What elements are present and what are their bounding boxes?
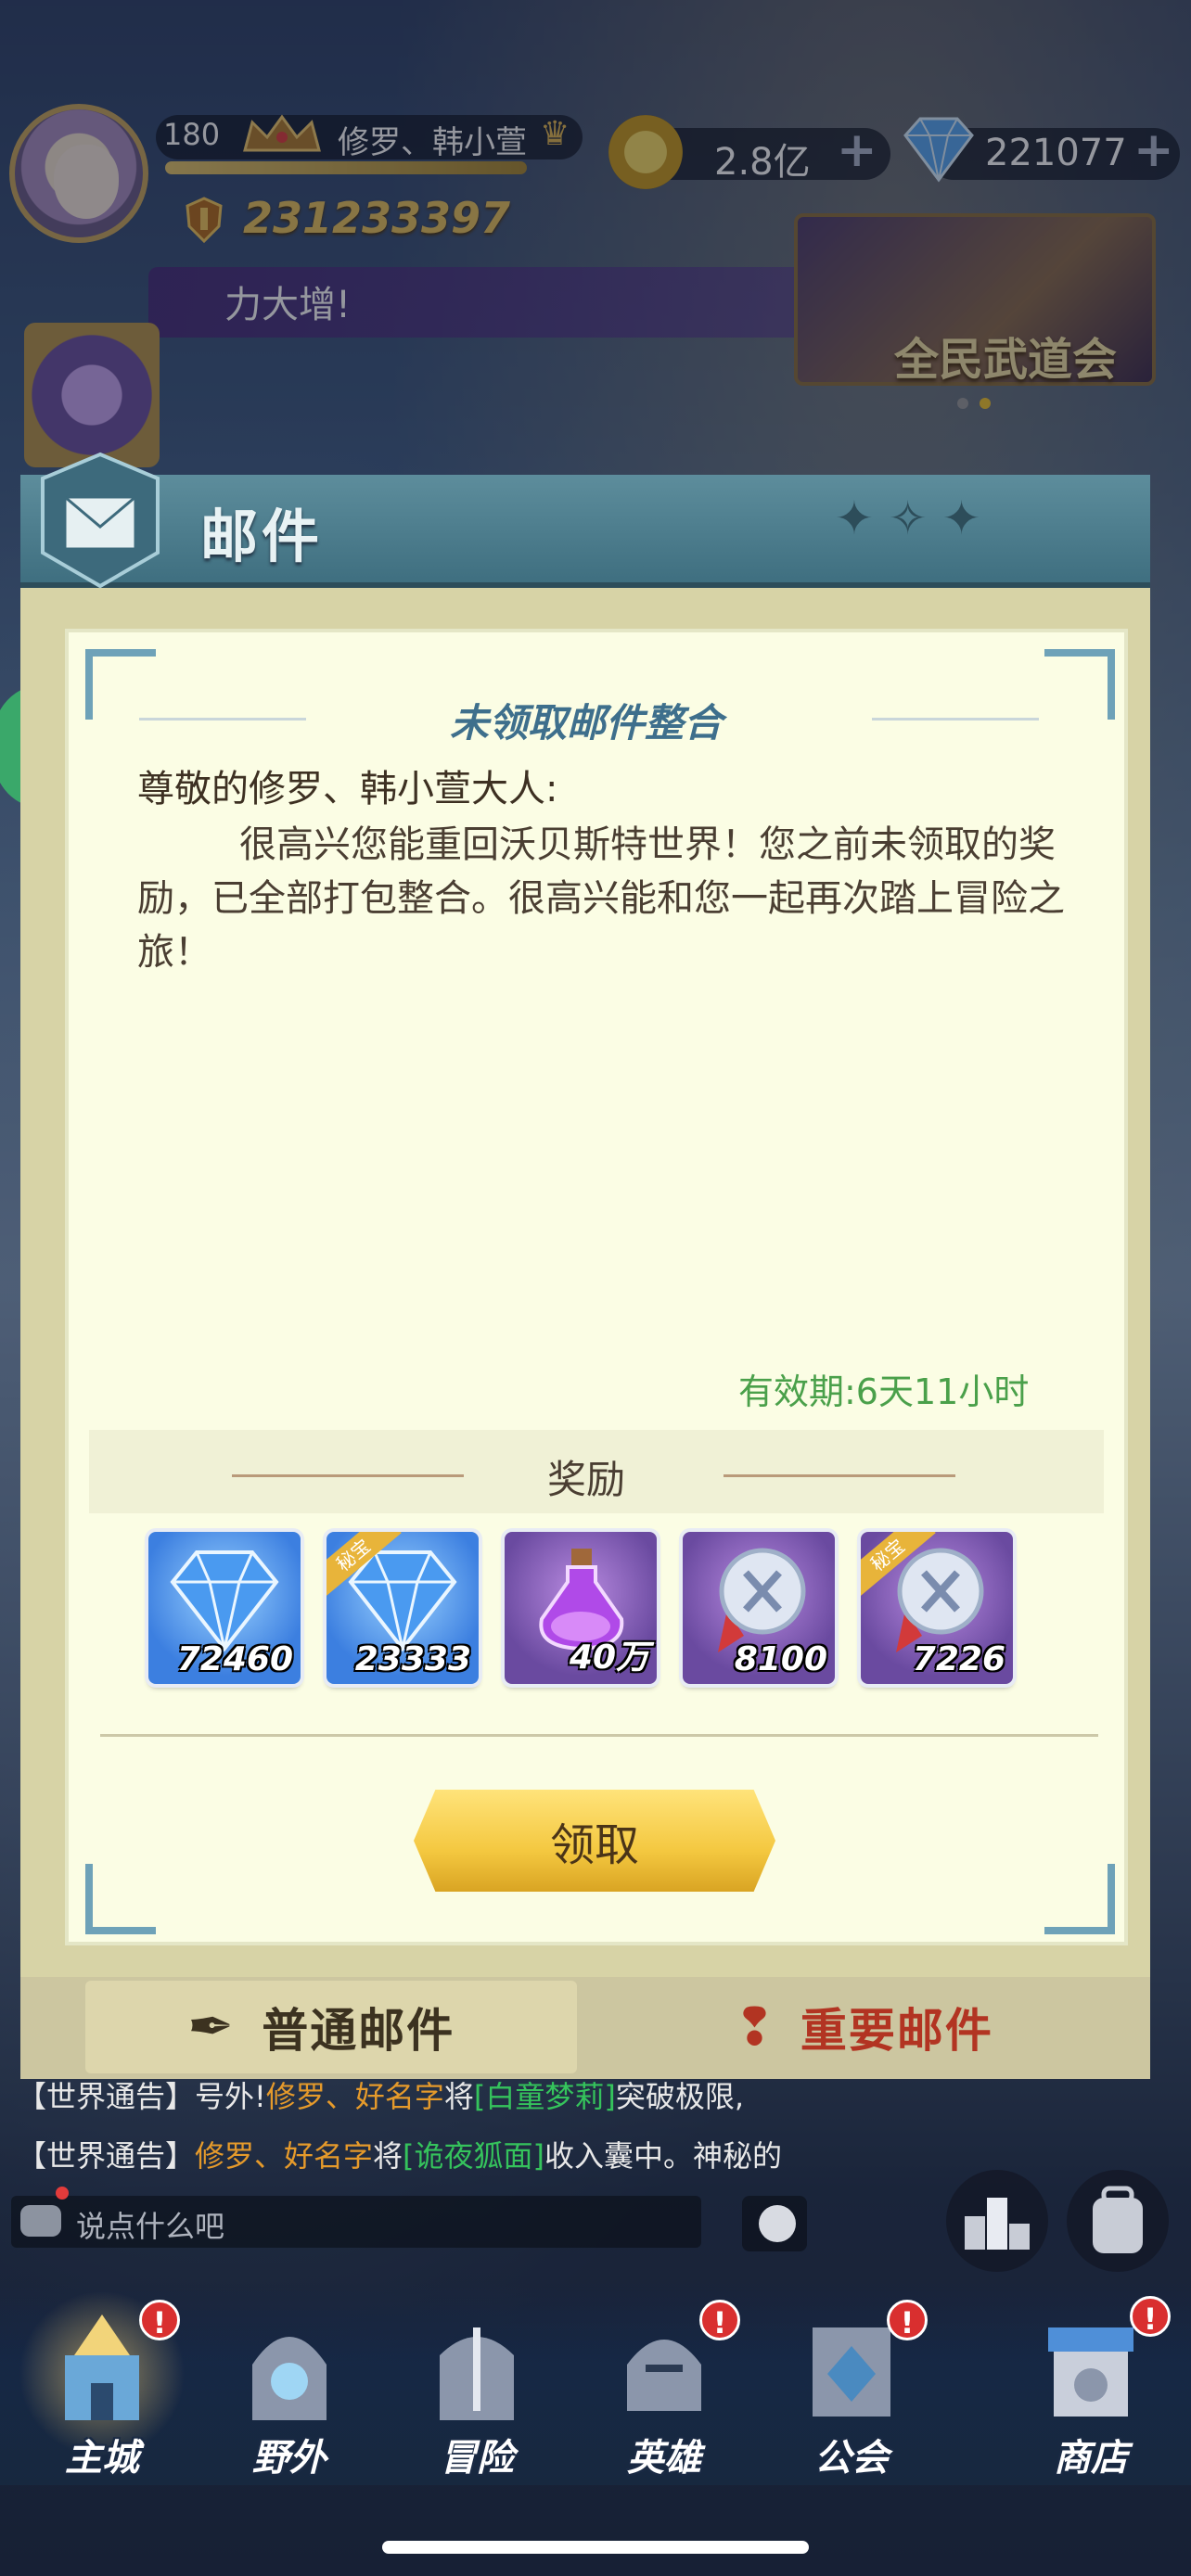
mail-greeting: 尊敬的修罗、韩小萱大人: [137,768,558,810]
reward-item-potion[interactable]: 40万 [505,1532,657,1684]
reward-divider [100,1734,1098,1737]
chat-text: 将 [373,2138,403,2174]
reward-qty: 40万 [569,1639,649,1677]
sword-gate-icon [440,2327,514,2420]
reward-qty: 8100 [734,1640,827,1678]
nav-alert-badge: ! [139,2300,180,2340]
chat-message: 【世界通告】修罗、好名字将[诡夜狐面]收入囊中。神秘的 [17,2133,782,2175]
corner-ornament [1044,649,1115,720]
mail-expiry: 有效期:6天11小时 [738,1371,1030,1412]
nav-main-city[interactable]: 主城 ! [19,2300,186,2480]
shop-stall-icon [1048,2327,1133,2417]
corner-ornament [85,649,156,720]
backpack-icon [1093,2186,1143,2253]
nav-alert-badge: ! [1130,2296,1171,2337]
portal-icon [252,2337,327,2420]
nav-wild[interactable]: 野外 [206,2300,373,2480]
chat-text: 将 [443,2079,474,2114]
corner-ornament [1044,1864,1115,1934]
ranking-button[interactable] [946,2170,1048,2272]
reward-qty: 72460 [176,1640,293,1678]
reward-divider-left [232,1474,464,1477]
corner-ornament [85,1864,156,1934]
chat-text: 收入囊中。神秘的 [544,2138,783,2174]
nav-label: 商店 [1054,2437,1128,2480]
chat-item[interactable]: [白童梦莉] [474,2079,616,2114]
subject-divider-right [872,718,1039,721]
reward-qty: 7226 [912,1640,1005,1678]
nav-label: 英雄 [627,2437,701,2480]
diamond-icon [170,1550,279,1652]
quill-icon: ✒ [187,1995,235,2060]
podium-icon [965,2198,1030,2250]
tab-normal-mail[interactable]: ✒ 普通邮件 [85,1981,577,2073]
nav-label: 冒险 [440,2437,514,2480]
nav-label: 野外 [252,2437,327,2480]
nav-alert-badge: ! [887,2300,928,2340]
chat-placeholder: 说点什么吧 [76,2209,225,2244]
mail-subject: 未领取邮件整合 [449,700,723,746]
reward-item-diamond-treasure[interactable]: 秘宝 23333 [327,1532,479,1684]
chat-text: 突破极限, [615,2079,745,2114]
reward-item-medal[interactable]: 8100 [683,1532,835,1684]
chat-player[interactable]: 修罗、好名字 [266,2079,444,2114]
mail-envelope-icon [41,452,160,589]
nav-shop[interactable]: 商店 ! [1007,2296,1174,2480]
nav-label: 公会 [814,2437,889,2480]
nav-label: 主城 [65,2437,139,2480]
bird-decoration-icon: ✦ ✧ ✦ [835,491,981,545]
chat-unread-dot [56,2187,69,2200]
reward-title: 奖励 [547,1457,626,1502]
chat-message: 【世界通告】号外!修罗、好名字将[白童梦莉]突破极限, [17,2073,744,2116]
chat-bubble-icon [20,2205,61,2237]
nav-adventure[interactable]: 冒险 [393,2300,560,2480]
chat-channel: 【世界通告】 [17,2079,196,2114]
reward-qty: 23333 [354,1640,471,1678]
reward-divider-right [724,1474,955,1477]
chat-player[interactable]: 修罗、好名字 [195,2138,373,2174]
claim-button[interactable]: 领取 [414,1790,775,1892]
backpack-button[interactable] [1067,2170,1169,2272]
emoji-icon [759,2205,796,2242]
chat-channel: 【世界通告】 [17,2138,196,2174]
claim-label: 领取 [549,1819,639,1871]
nav-heroes[interactable]: 英雄 ! [581,2300,748,2480]
mail-window-title: 邮件 [200,503,324,570]
tab-normal-label: 普通邮件 [262,2004,455,2058]
alert-balloon-icon: ❢ [733,1996,776,2058]
tab-important-label: 重要邮件 [800,2004,993,2058]
tab-important-mail[interactable]: ❢ 重要邮件 [594,1981,1113,2073]
home-indicator[interactable] [382,2541,809,2554]
reward-item-diamond[interactable]: 72460 [148,1532,301,1684]
mail-body: 很高兴您能重回沃贝斯特世界！您之前未领取的奖励，已全部打包整合。很高兴能和您一起… [137,823,1065,974]
nav-guild[interactable]: 公会 ! [768,2300,935,2480]
chat-text: 号外! [195,2079,266,2114]
reward-item-medal-treasure[interactable]: 秘宝 7226 [861,1532,1013,1684]
chat-item[interactable]: [诡夜狐面] [403,2138,544,2174]
medal-icon [718,1548,806,1652]
nav-alert-badge: ! [699,2300,740,2340]
